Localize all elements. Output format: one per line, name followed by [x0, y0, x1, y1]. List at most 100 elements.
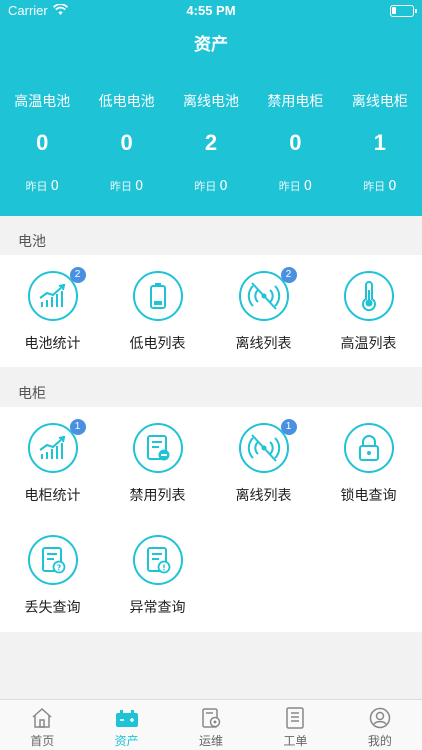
icon-circle: 1 — [238, 419, 297, 473]
tab-bar: 首页 资产 运维 工单 我的 — [0, 699, 422, 750]
disabled-list-icon — [146, 435, 169, 461]
icon-circle — [132, 271, 183, 321]
stats-row: 高温电池 0 昨日 0 低电电池 0 昨日 0 离线电池 2 昨日 0 禁用电柜 0 … — [0, 92, 422, 194]
low-battery-list-button[interactable]: 低电列表 — [105, 271, 210, 353]
stat-value: 0 — [120, 130, 133, 155]
stat-disabled-cabinet[interactable]: 禁用电柜 0 昨日 0 — [253, 92, 337, 194]
item-label: 低电列表 — [129, 336, 186, 352]
stat-value: 0 — [36, 130, 49, 155]
section-title-cabinet: 电柜 — [18, 386, 46, 402]
battery-statistics-button[interactable]: 2 电池统计 — [0, 267, 105, 353]
offline-signal-icon — [247, 434, 280, 462]
stat-value: 0 — [289, 130, 302, 155]
tab-work-order[interactable]: 工单 — [253, 700, 337, 750]
stat-value: 1 — [373, 130, 386, 155]
item-label: 高温列表 — [340, 336, 397, 352]
stat-low-power-battery[interactable]: 低电电池 0 昨日 0 — [84, 92, 168, 194]
profile-icon — [369, 707, 391, 729]
icon-circle — [343, 271, 394, 321]
section-title-battery: 电池 — [18, 234, 46, 250]
high-temp-list-button[interactable]: 高温列表 — [316, 271, 421, 353]
lock-icon — [358, 435, 379, 461]
stat-label: 离线电柜 — [351, 94, 408, 110]
svg-text:?: ? — [56, 564, 61, 573]
item-label: 电柜统计 — [24, 488, 81, 504]
notification-badge: 1 — [280, 419, 297, 435]
statistics-chart-icon — [38, 283, 65, 307]
stat-yesterday: 昨日 0 — [84, 178, 168, 194]
battery-panel: 2 电池统计 低电列表 2 离线列表 高温列表 — [0, 255, 422, 367]
notification-badge: 2 — [280, 267, 297, 283]
yesterday-label: 昨日 — [25, 180, 48, 193]
tab-label: 运维 — [199, 734, 224, 748]
icon-circle — [343, 423, 394, 473]
item-label: 丢失查询 — [24, 600, 81, 616]
exception-query-icon: ! — [146, 547, 170, 574]
cabinet-panel: 1 电柜统计 禁用列表 1 离线列表 锁电查询 ? 丢失查询 ! 异常查询 — [0, 407, 422, 632]
lock-query-button[interactable]: 锁电查询 — [316, 423, 421, 505]
item-label: 禁用列表 — [129, 488, 186, 504]
yesterday-value: 0 — [134, 179, 144, 194]
stat-value: 2 — [204, 130, 218, 155]
yesterday-value: 0 — [50, 179, 59, 194]
item-label: 离线列表 — [235, 336, 292, 352]
stat-label: 禁用电柜 — [267, 94, 324, 110]
item-label: 电池统计 — [24, 336, 81, 352]
home-icon — [32, 707, 52, 728]
stat-label: 离线电池 — [183, 94, 240, 110]
item-label: 异常查询 — [129, 600, 186, 616]
stat-yesterday: 昨日 0 — [338, 178, 422, 194]
stat-yesterday: 昨日 0 — [169, 178, 253, 194]
item-label: 锁电查询 — [340, 488, 397, 504]
icon-circle: 1 — [27, 419, 86, 473]
notification-badge: 1 — [69, 419, 86, 435]
stat-label: 高温电池 — [14, 94, 71, 110]
page-title: 资产 — [194, 35, 228, 55]
statistics-chart-icon — [38, 435, 65, 459]
yesterday-label: 昨日 — [363, 180, 386, 193]
stat-yesterday: 昨日 0 — [0, 178, 84, 194]
tab-profile[interactable]: 我的 — [338, 700, 422, 750]
tab-label: 资产 — [114, 734, 139, 748]
notification-badge: 2 — [69, 267, 86, 283]
yesterday-value: 0 — [388, 179, 397, 194]
stat-offline-battery[interactable]: 离线电池 2 昨日 0 — [169, 92, 253, 194]
work-order-icon — [286, 707, 305, 729]
lost-query-button[interactable]: ? 丢失查询 — [0, 535, 105, 617]
stat-yesterday: 昨日 0 — [253, 178, 337, 194]
tab-home[interactable]: 首页 — [0, 700, 84, 750]
yesterday-label: 昨日 — [194, 180, 217, 193]
offline-battery-list-button[interactable]: 2 离线列表 — [211, 267, 316, 353]
svg-text:!: ! — [162, 564, 166, 573]
yesterday-label: 昨日 — [278, 180, 301, 193]
tab-maintenance[interactable]: 运维 — [169, 700, 253, 750]
yesterday-value: 0 — [303, 179, 313, 194]
icon-circle: 2 — [27, 267, 86, 321]
stat-label: 低电电池 — [98, 94, 155, 110]
item-label: 离线列表 — [235, 488, 292, 504]
low-battery-icon — [149, 283, 166, 309]
offline-signal-icon — [247, 282, 280, 310]
header: Carrier 4:55 PM 资产 高温电池 0 昨日 0 低电电池 0 昨日 0… — [0, 0, 422, 216]
yesterday-value: 0 — [219, 179, 228, 194]
cabinet-statistics-button[interactable]: 1 电柜统计 — [0, 419, 105, 505]
exception-query-button[interactable]: ! 异常查询 — [105, 535, 210, 617]
stat-high-temp-battery[interactable]: 高温电池 0 昨日 0 — [0, 92, 84, 194]
tab-label: 工单 — [283, 734, 308, 748]
maintenance-gear-icon — [202, 708, 221, 728]
tab-assets[interactable]: 资产 — [84, 700, 168, 750]
disabled-list-button[interactable]: 禁用列表 — [105, 423, 210, 505]
status-bar: Carrier 4:55 PM — [0, 0, 422, 22]
lost-query-icon: ? — [41, 547, 65, 574]
icon-circle: ! — [132, 535, 183, 585]
icon-circle — [132, 423, 183, 473]
battery-status-icon — [390, 5, 417, 17]
yesterday-label: 昨日 — [109, 180, 132, 193]
stat-offline-cabinet[interactable]: 离线电柜 1 昨日 0 — [338, 92, 422, 194]
offline-cabinet-list-button[interactable]: 1 离线列表 — [211, 419, 316, 505]
tab-label: 首页 — [30, 734, 55, 748]
thermometer-icon — [361, 281, 376, 311]
status-time: 4:55 PM — [186, 3, 236, 18]
icon-circle: ? — [27, 535, 78, 585]
tab-label: 我的 — [367, 734, 392, 748]
